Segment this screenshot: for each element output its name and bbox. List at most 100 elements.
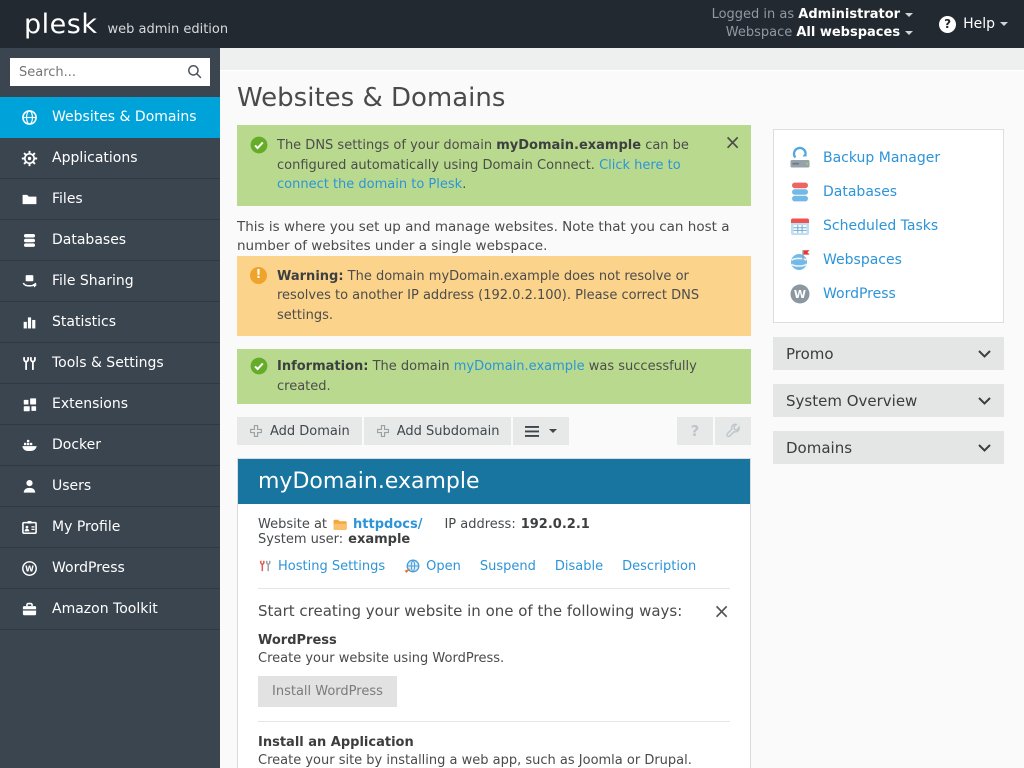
database-stack-icon xyxy=(788,180,812,204)
plesk-logo[interactable]: plesk web admin edition xyxy=(24,11,228,38)
open-site-icon xyxy=(404,558,421,574)
tools-context-button[interactable] xyxy=(715,417,751,445)
hosting-settings-link[interactable]: Hosting Settings xyxy=(278,559,385,574)
logged-in-row: Logged in as Administrator xyxy=(712,6,914,24)
sidebar-item-users[interactable]: Users xyxy=(0,466,220,507)
option-wordpress-heading: WordPress xyxy=(258,633,730,648)
success-icon xyxy=(250,136,268,154)
wordpress-icon: W xyxy=(788,282,812,306)
page-header-strip xyxy=(220,48,1024,71)
close-icon[interactable]: × xyxy=(713,602,730,620)
sidebar-search xyxy=(10,58,210,86)
sidebar-item-extensions[interactable]: Extensions xyxy=(0,384,220,425)
option-app-desc: Create your site by installing a web app… xyxy=(258,753,730,768)
chevron-down-icon xyxy=(978,444,991,452)
close-icon[interactable]: × xyxy=(724,132,741,152)
panel-domains[interactable]: Domains xyxy=(773,431,1004,464)
webspace-label: Webspace xyxy=(726,25,792,40)
gear-icon xyxy=(21,150,38,167)
caret-down-icon xyxy=(905,13,913,17)
shortcuts-card: Backup Manager Databases xyxy=(773,129,1004,323)
webspace-menu[interactable]: All webspaces xyxy=(796,25,913,40)
globe-flag-icon xyxy=(788,248,812,272)
start-creating-title: Start creating your website in one of th… xyxy=(258,602,682,620)
domain-card: myDomain.example Website at httpdocs/ xyxy=(237,458,751,768)
option-wordpress-desc: Create your website using WordPress. xyxy=(258,651,730,666)
sidebar-item-files[interactable]: Files xyxy=(0,179,220,220)
globe-icon xyxy=(21,109,38,126)
topbar: plesk web admin edition Logged in as Adm… xyxy=(0,0,1024,48)
docroot-link[interactable]: httpdocs/ xyxy=(353,517,422,532)
panel-promo[interactable]: Promo xyxy=(773,337,1004,370)
sidebar-item-tools-settings[interactable]: Tools & Settings xyxy=(0,343,220,384)
wrench-icon xyxy=(725,423,741,439)
question-icon: ? xyxy=(691,422,700,440)
hosting-settings-icon xyxy=(258,558,273,574)
ip-value: 192.0.2.1 xyxy=(521,517,590,532)
suspend-link[interactable]: Suspend xyxy=(480,559,536,574)
open-site-link[interactable]: Open xyxy=(426,559,461,574)
add-subdomain-button[interactable]: Add Subdomain xyxy=(364,417,512,445)
file-sharing-icon xyxy=(21,273,38,290)
shortcut-webspaces[interactable]: Webspaces xyxy=(788,243,989,277)
plus-icon xyxy=(376,424,390,438)
caret-down-icon xyxy=(1000,22,1008,26)
add-domain-button[interactable]: Add Domain xyxy=(237,417,362,445)
shortcut-wordpress[interactable]: W WordPress xyxy=(788,277,989,311)
shortcut-scheduled-tasks[interactable]: Scheduled Tasks xyxy=(788,209,989,243)
sidebar-item-websites-domains[interactable]: Websites & Domains xyxy=(0,97,220,138)
dns-warning-notice: ! Warning: The domain myDomain.example d… xyxy=(237,256,751,337)
main-column: Websites & Domains The DNS settings of y… xyxy=(237,71,751,768)
caret-down-icon xyxy=(905,31,913,35)
plesk-logo-edition: web admin edition xyxy=(107,22,228,37)
sidebar: Websites & Domains Applications Files xyxy=(0,48,220,768)
install-wordpress-button[interactable]: Install WordPress xyxy=(258,676,397,707)
hamburger-menu-icon xyxy=(525,425,540,438)
shortcut-backup-manager[interactable]: Backup Manager xyxy=(788,141,989,175)
backup-manager-icon xyxy=(788,146,812,170)
tools-icon xyxy=(21,355,38,372)
sidebar-item-file-sharing[interactable]: File Sharing xyxy=(0,261,220,302)
sidebar-item-docker[interactable]: Docker xyxy=(0,425,220,466)
right-sidebar: Backup Manager Databases xyxy=(773,71,1004,768)
bar-chart-icon xyxy=(21,314,38,331)
sidebar-item-amazon-toolkit[interactable]: Amazon Toolkit xyxy=(0,589,220,630)
search-icon xyxy=(187,64,203,80)
created-domain-link[interactable]: myDomain.example xyxy=(454,359,585,374)
webspace-row: Webspace All webspaces xyxy=(712,24,914,42)
sidebar-item-databases[interactable]: Databases xyxy=(0,220,220,261)
help-context-button[interactable]: ? xyxy=(677,417,713,445)
svg-text:W: W xyxy=(25,564,34,573)
domain-card-title: myDomain.example xyxy=(238,459,750,504)
plus-icon xyxy=(249,424,263,438)
logged-in-as-label: Logged in as xyxy=(712,7,795,22)
start-creating-row: Start creating your website in one of th… xyxy=(258,589,730,620)
database-icon xyxy=(21,232,38,249)
more-actions-button[interactable] xyxy=(513,417,569,445)
chevron-down-icon xyxy=(978,350,991,358)
chevron-down-icon xyxy=(978,397,991,405)
sidebar-item-applications[interactable]: Applications xyxy=(0,138,220,179)
sidebar-item-wordpress[interactable]: W WordPress xyxy=(0,548,220,589)
sidebar-item-my-profile[interactable]: My Profile xyxy=(0,507,220,548)
sysuser-value: example xyxy=(348,532,410,547)
id-card-icon xyxy=(21,519,38,536)
ip-label: IP address: xyxy=(444,517,515,532)
plesk-logo-text: plesk xyxy=(24,11,97,38)
shortcut-databases[interactable]: Databases xyxy=(788,175,989,209)
panel-system-overview[interactable]: System Overview xyxy=(773,384,1004,417)
sidebar-item-statistics[interactable]: Statistics xyxy=(0,302,220,343)
help-menu[interactable]: ? Help xyxy=(939,16,1008,33)
search-input[interactable] xyxy=(10,58,210,86)
warning-icon: ! xyxy=(250,267,267,284)
disable-link[interactable]: Disable xyxy=(555,559,603,574)
account-info: Logged in as Administrator Webspace All … xyxy=(712,6,914,42)
description-link[interactable]: Description xyxy=(622,559,696,574)
toolbox-icon xyxy=(21,601,38,618)
dns-domain: myDomain.example xyxy=(496,138,641,153)
folder-icon xyxy=(21,191,38,208)
help-label: Help xyxy=(963,16,995,32)
sidebar-nav: Websites & Domains Applications Files xyxy=(0,97,220,630)
user-menu[interactable]: Administrator xyxy=(798,7,913,22)
intro-text: This is where you set up and manage webs… xyxy=(237,218,751,256)
